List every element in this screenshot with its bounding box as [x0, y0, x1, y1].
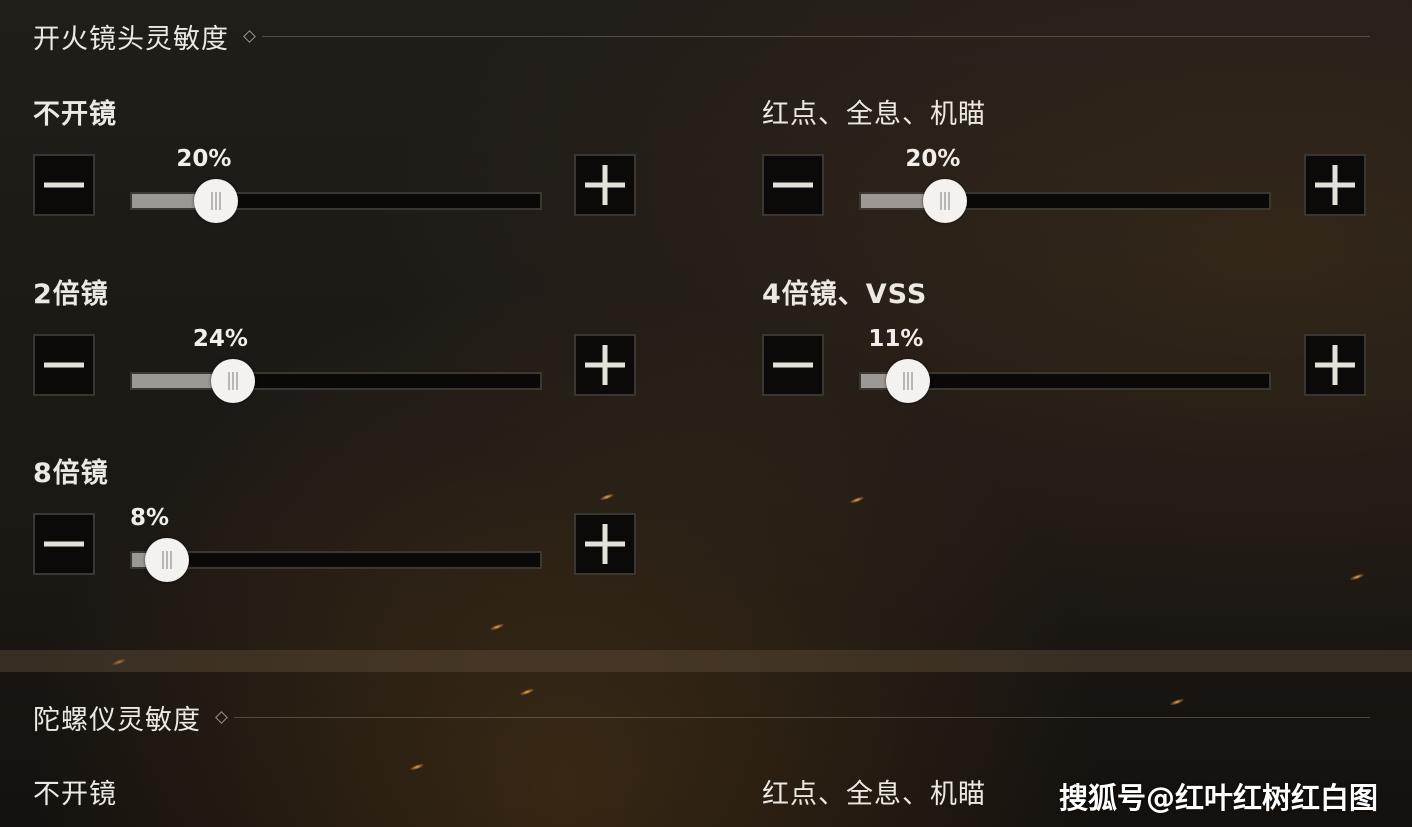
slider-value: 24% — [192, 326, 248, 352]
spark-decoration — [519, 687, 535, 697]
setting-label-4x-scope: 4倍镜、VSS — [762, 279, 928, 310]
slider-track[interactable] — [130, 192, 542, 210]
slider-thumb[interactable] — [194, 179, 239, 223]
watermark-text: 搜狐号@红叶红树红白图 — [1058, 781, 1378, 815]
slider-thumb[interactable] — [210, 359, 255, 403]
slider-thumb[interactable] — [886, 359, 931, 403]
setting-label-gyro-red-dot: 红点、全息、机瞄 — [762, 779, 986, 810]
section-divider — [262, 35, 1370, 37]
increase-button[interactable] — [1304, 154, 1366, 216]
section-divider — [234, 716, 1370, 718]
decrease-button[interactable] — [762, 154, 824, 216]
setting-label-no-scope: 不开镜 — [33, 99, 117, 130]
diamond-icon — [215, 710, 228, 724]
section-title: 开火镜头灵敏度 — [33, 23, 229, 55]
minus-icon — [44, 541, 84, 547]
increase-button[interactable] — [574, 154, 636, 216]
spark-decoration — [489, 622, 505, 632]
slider-thumb[interactable] — [144, 538, 189, 582]
slider-value: 11% — [868, 326, 924, 352]
slider-value: 20% — [176, 146, 232, 172]
minus-icon — [773, 362, 813, 368]
decrease-button[interactable] — [33, 513, 95, 575]
section-separator — [0, 650, 1412, 672]
section-header-gyroscope: 陀螺仪灵敏度 — [33, 697, 1370, 737]
minus-icon — [773, 182, 813, 188]
slider-value: 20% — [905, 146, 961, 172]
minus-icon — [44, 182, 84, 188]
decrease-button[interactable] — [762, 334, 824, 396]
sensitivity-slider-red-dot[interactable]: 20% — [859, 146, 1271, 223]
setting-label-red-dot: 红点、全息、机瞄 — [762, 99, 986, 130]
spark-decoration — [849, 495, 865, 505]
decrease-button[interactable] — [33, 334, 95, 396]
increase-button[interactable] — [574, 513, 636, 575]
setting-label-8x-scope: 8倍镜 — [33, 458, 109, 489]
sensitivity-slider-2x-scope[interactable]: 24% — [130, 326, 542, 403]
spark-decoration — [409, 762, 425, 772]
spark-decoration — [1349, 572, 1365, 582]
setting-label-2x-scope: 2倍镜 — [33, 279, 109, 310]
sensitivity-slider-no-scope[interactable]: 20% — [130, 146, 542, 223]
slider-track[interactable] — [130, 551, 542, 569]
sensitivity-slider-8x-scope[interactable]: 8% — [130, 505, 542, 582]
increase-button[interactable] — [574, 334, 636, 396]
setting-label-gyro-no-scope: 不开镜 — [33, 779, 117, 810]
slider-track[interactable] — [859, 192, 1271, 210]
section-header-fire-scope: 开火镜头灵敏度 — [33, 16, 1370, 56]
sensitivity-slider-4x-scope[interactable]: 11% — [859, 326, 1271, 403]
slider-thumb[interactable] — [923, 179, 968, 223]
slider-value: 8% — [130, 505, 170, 531]
spark-decoration — [599, 492, 615, 502]
section-title: 陀螺仪灵敏度 — [33, 704, 201, 736]
diamond-icon — [243, 29, 256, 43]
minus-icon — [44, 362, 84, 368]
increase-button[interactable] — [1304, 334, 1366, 396]
slider-track[interactable] — [130, 372, 542, 390]
decrease-button[interactable] — [33, 154, 95, 216]
